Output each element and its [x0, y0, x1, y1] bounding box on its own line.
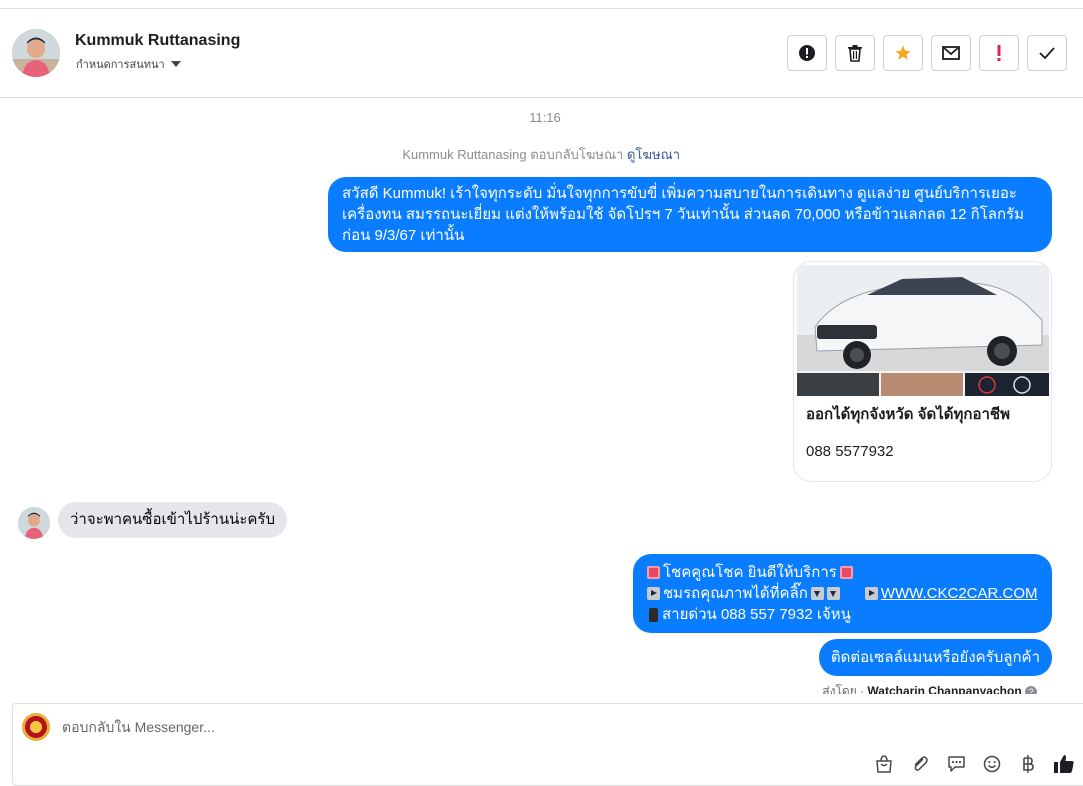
- mobile-phone-icon: [649, 607, 658, 622]
- card-title: ออกได้ทุกจังหวัด จัดได้ทุกอาชีพ: [806, 406, 1010, 423]
- play-icon: [864, 587, 878, 600]
- delete-button[interactable]: [835, 35, 875, 71]
- incoming-message: ว่าจะพาคนซื้อเข้าไปร้านน่ะครับ: [58, 502, 288, 538]
- chat-bubble-icon[interactable]: [945, 753, 967, 775]
- promo-text: สายด่วน 088 557 7932 เจ้หนู: [662, 606, 851, 623]
- check-icon: [1039, 47, 1055, 59]
- reply-input[interactable]: [62, 719, 662, 735]
- promo-line: สายด่วน 088 557 7932 เจ้หนู: [647, 604, 1040, 625]
- thumbs-up-icon[interactable]: [1053, 753, 1075, 775]
- envelope-icon: [942, 46, 960, 60]
- contact-avatar-small: [18, 507, 50, 539]
- play-icon: [647, 587, 660, 600]
- exclamation-icon: [997, 45, 1001, 61]
- outgoing-promo-message: โชคคูณโชค ยินดีให้บริการ ชมรถคุณภาพได้ที…: [633, 554, 1052, 633]
- car-image: [797, 265, 1049, 396]
- card-phone: 088 5577932: [806, 443, 894, 460]
- promo-text: ชมรถคุณภาพได้ที่คลิ๊ก: [663, 585, 808, 602]
- conversation-schedule-dropdown[interactable]: กำหนดการสนทนา: [76, 55, 181, 73]
- caret-down-icon: [170, 61, 181, 67]
- promo-line: โชคคูณโชค ยินดีให้บริการ: [647, 562, 1040, 583]
- reply-composer: [12, 703, 1083, 786]
- website-link[interactable]: WWW.CKC2CAR.COM: [881, 583, 1038, 604]
- conversation-header: Kummuk Ruttanasing กำหนดการสนทนา: [0, 9, 1083, 98]
- ad-reply-text: Kummuk Ruttanasing ตอบกลับโฆษณา: [402, 147, 624, 162]
- down-arrow-icon: [826, 587, 840, 600]
- question-icon[interactable]: ?: [1025, 686, 1037, 694]
- paperclip-icon[interactable]: [909, 753, 931, 775]
- down-arrow-icon: [810, 587, 824, 600]
- outgoing-message: สวัสดี Kummuk! เร้าใจทุกระดับ มั่นใจทุกก…: [328, 177, 1052, 252]
- exclamation-circle-icon: [799, 45, 815, 61]
- header-actions: [787, 35, 1067, 71]
- promo-text: โชคคูณโชค ยินดีให้บริการ: [663, 564, 837, 581]
- mark-done-button[interactable]: [1027, 35, 1067, 71]
- sparkle-box-icon: [839, 566, 853, 579]
- message-timestamp: 11:16: [529, 110, 561, 125]
- view-ad-link[interactable]: ดูโฆษณา: [627, 147, 680, 162]
- sent-by-prefix: ส่งโดย: [822, 684, 857, 694]
- schedule-label: กำหนดการสนทนา: [76, 59, 165, 71]
- star-button[interactable]: [883, 35, 923, 71]
- contact-avatar[interactable]: [12, 29, 60, 77]
- report-button[interactable]: [787, 35, 827, 71]
- sparkle-box-icon: [647, 566, 660, 579]
- contact-name: Kummuk Ruttanasing: [75, 32, 241, 49]
- composer-tools: [873, 753, 1075, 775]
- smiley-icon[interactable]: [981, 753, 1003, 775]
- ad-card[interactable]: ออกได้ทุกจังหวัด จัดได้ทุกอาชีพ 088 5577…: [793, 261, 1052, 482]
- conversation-thread[interactable]: 11:16 Kummuk Ruttanasing ตอบกลับโฆษณา ดู…: [0, 98, 1083, 694]
- page-avatar: [22, 713, 50, 741]
- sender-name: Watcharin Chanpanyachon: [867, 684, 1022, 694]
- sent-by-label: ส่งโดย · Watcharin Chanpanyachon ?: [822, 682, 1037, 694]
- bag-icon[interactable]: [873, 753, 895, 775]
- mark-unread-button[interactable]: [931, 35, 971, 71]
- outgoing-message: ติดต่อเซลล์แมนหรือยังครับลูกค้า: [818, 639, 1052, 676]
- promo-line: ชมรถคุณภาพได้ที่คลิ๊ก WWW.CKC2CAR.COM: [647, 583, 1040, 604]
- baht-icon[interactable]: [1017, 753, 1039, 775]
- ad-reply-notice: Kummuk Ruttanasing ตอบกลับโฆษณา ดูโฆษณา: [402, 144, 680, 165]
- mark-spam-button[interactable]: [979, 35, 1019, 71]
- trash-icon: [848, 45, 862, 62]
- star-icon: [895, 45, 911, 60]
